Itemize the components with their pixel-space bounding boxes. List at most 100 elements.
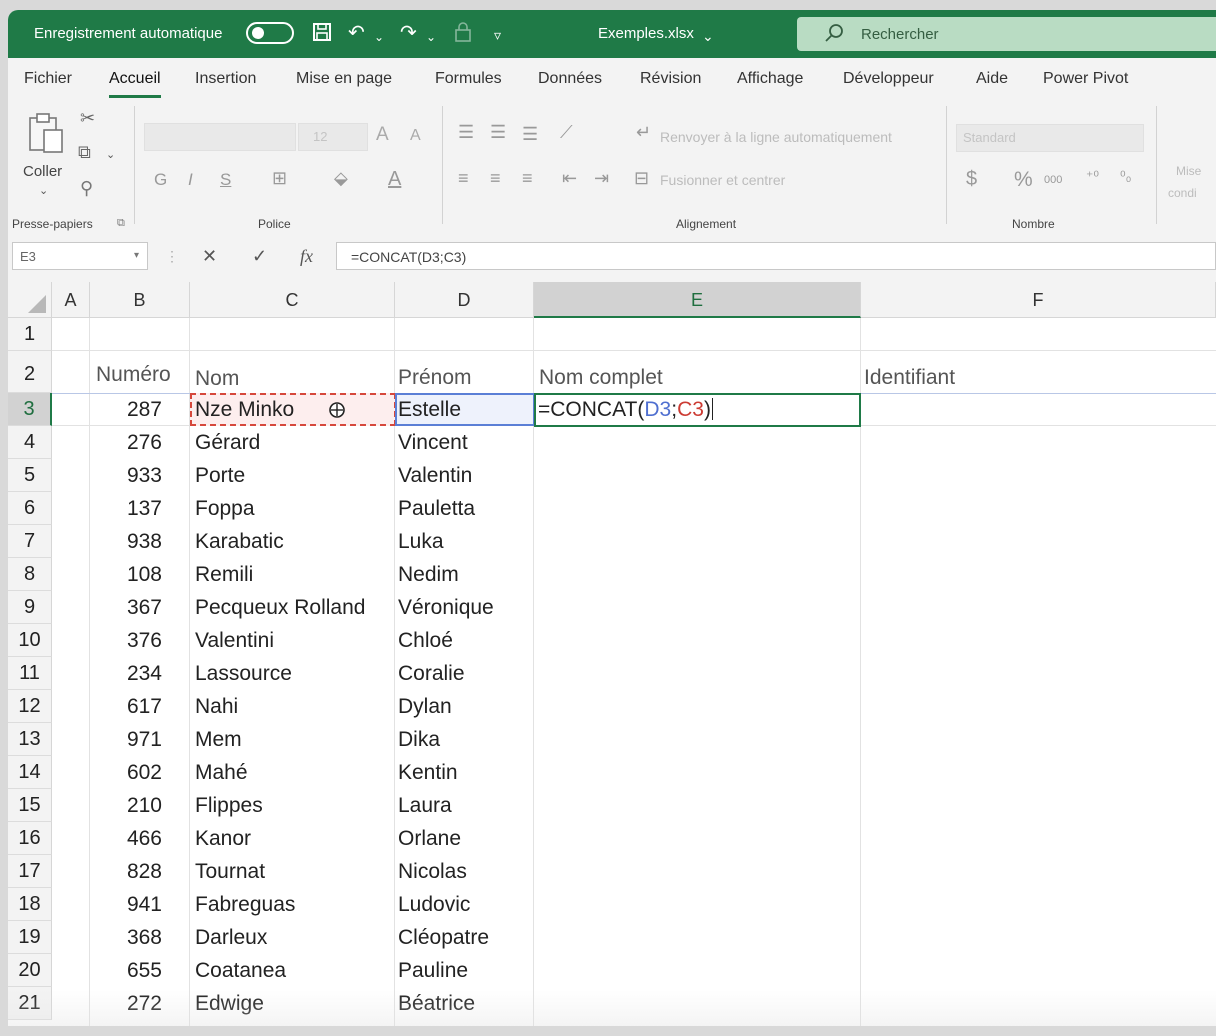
column-header-a[interactable]: A [52,282,90,318]
cell-prenom[interactable]: Orlane [398,822,461,855]
cell-nom[interactable]: Edwige [195,987,264,1020]
conditional-format-label-2[interactable]: condi [1168,186,1197,200]
file-name[interactable]: Exemples.xlsx [598,25,694,42]
cell-prenom[interactable]: Dylan [398,690,452,723]
currency-button[interactable]: $ [966,168,977,191]
cell-nom[interactable]: Gérard [195,426,260,459]
cell-prenom[interactable]: Valentin [398,459,472,492]
cell-prenom[interactable]: Nedim [398,558,459,591]
fill-color-icon[interactable]: ⬙ [334,168,348,189]
autosave-toggle[interactable] [246,22,294,44]
cell-prenom[interactable]: Estelle [398,393,461,426]
row-header[interactable]: 13 [8,723,52,756]
italic-button[interactable]: I [188,170,193,190]
tab-donnees[interactable]: Données [538,70,602,88]
cell-numero[interactable]: 108 [92,558,162,591]
chevron-down-icon[interactable]: ⌄ [702,25,714,47]
row-header[interactable]: 12 [8,690,52,723]
column-header-e[interactable]: E [534,282,861,318]
cell-numero[interactable]: 272 [92,987,162,1020]
cell-numero[interactable]: 137 [92,492,162,525]
row-header[interactable]: 14 [8,756,52,789]
column-header-f[interactable]: F [861,282,1216,318]
cell-numero[interactable]: 602 [92,756,162,789]
insert-function-button[interactable]: fx [300,246,313,274]
orientation-icon[interactable]: ⟋ [560,122,573,143]
cell-nom[interactable]: Nahi [195,690,238,723]
cell-numero[interactable]: 933 [92,459,162,492]
row-header[interactable]: 5 [8,459,52,492]
row-header[interactable]: 1 [8,318,52,351]
column-header-d[interactable]: D [395,282,534,318]
grow-font-button[interactable]: A [376,124,389,146]
row-header[interactable]: 10 [8,624,52,657]
increase-decimal-icon[interactable]: ⁺⁰ [1086,168,1099,185]
save-icon[interactable] [312,22,332,47]
row-header[interactable]: 19 [8,921,52,954]
borders-icon[interactable]: ⊞ [272,168,287,189]
cell-prenom[interactable]: Béatrice [398,987,475,1020]
cell-prenom[interactable]: Pauletta [398,492,475,525]
cell-prenom[interactable]: Cléopatre [398,921,489,954]
cell-prenom[interactable]: Dika [398,723,440,756]
row-header[interactable]: 15 [8,789,52,822]
cell-numero[interactable]: 938 [92,525,162,558]
row-header[interactable]: 6 [8,492,52,525]
font-color-button[interactable]: A [388,168,401,191]
tab-insertion[interactable]: Insertion [195,70,256,88]
chevron-down-icon[interactable]: ▾ [134,250,139,261]
row-header[interactable]: 7 [8,525,52,558]
conditional-format-label[interactable]: Mise [1176,164,1201,178]
row-header[interactable]: 2 [8,351,52,393]
align-top-icon[interactable]: ☰ [458,122,474,143]
row-header[interactable]: 8 [8,558,52,591]
header-prenom[interactable]: Prénom [398,361,472,394]
underline-button[interactable]: S [220,170,231,190]
align-right-icon[interactable]: ≡ [522,168,533,189]
cell-nom[interactable]: Coatanea [195,954,286,987]
cell-nom[interactable]: Lassource [195,657,292,690]
cell-numero[interactable]: 941 [92,888,162,921]
cell-nom[interactable]: Fabreguas [195,888,295,921]
align-left-icon[interactable]: ≡ [458,168,469,189]
row-header[interactable]: 20 [8,954,52,987]
tab-formules[interactable]: Formules [435,70,502,88]
cell-numero[interactable]: 287 [92,393,162,426]
column-header-b[interactable]: B [90,282,190,318]
decrease-indent-icon[interactable]: ⇤ [562,168,577,189]
row-header[interactable]: 16 [8,822,52,855]
increase-indent-icon[interactable]: ⇥ [594,168,609,189]
cell-numero[interactable]: 276 [92,426,162,459]
customize-toolbar-icon[interactable]: ▿ [494,24,501,46]
chevron-down-icon[interactable]: ⌄ [426,26,436,48]
number-format-select[interactable]: Standard [956,124,1144,152]
header-nom-complet[interactable]: Nom complet [539,361,663,394]
redo-icon[interactable]: ↷ [400,22,417,44]
tab-developpeur[interactable]: Développeur [843,70,934,88]
percent-button[interactable]: % [1014,168,1033,192]
merge-center-icon[interactable]: ⊟ [634,168,649,189]
cell-prenom[interactable]: Kentin [398,756,458,789]
cell-numero[interactable]: 234 [92,657,162,690]
column-header-c[interactable]: C [190,282,395,318]
shrink-font-button[interactable]: A [410,127,421,145]
wrap-text-button[interactable]: Renvoyer à la ligne automatiquement [660,129,892,145]
cell-nom[interactable]: Tournat [195,855,265,888]
name-box[interactable]: E3 ▾ [12,242,148,270]
merge-center-button[interactable]: Fusionner et centrer [660,172,785,188]
align-middle-icon[interactable]: ☰ [490,122,506,143]
cell-nom[interactable]: Mahé [195,756,248,789]
chevron-down-icon[interactable]: ⌄ [374,26,384,48]
cancel-button[interactable]: ✕ [202,246,217,274]
cell-prenom[interactable]: Véronique [398,591,494,624]
cell-prenom[interactable]: Luka [398,525,444,558]
bold-button[interactable]: G [154,170,167,190]
cut-icon[interactable]: ✂ [80,108,95,129]
chevron-down-icon[interactable]: ⌄ [39,184,48,197]
row-header[interactable]: 3 [8,393,52,426]
row-header[interactable]: 18 [8,888,52,921]
tab-power-pivot[interactable]: Power Pivot [1043,70,1128,88]
cell-prenom[interactable]: Ludovic [398,888,470,921]
enter-button[interactable]: ✓ [252,246,267,274]
header-numero[interactable]: Numéro [96,358,171,391]
